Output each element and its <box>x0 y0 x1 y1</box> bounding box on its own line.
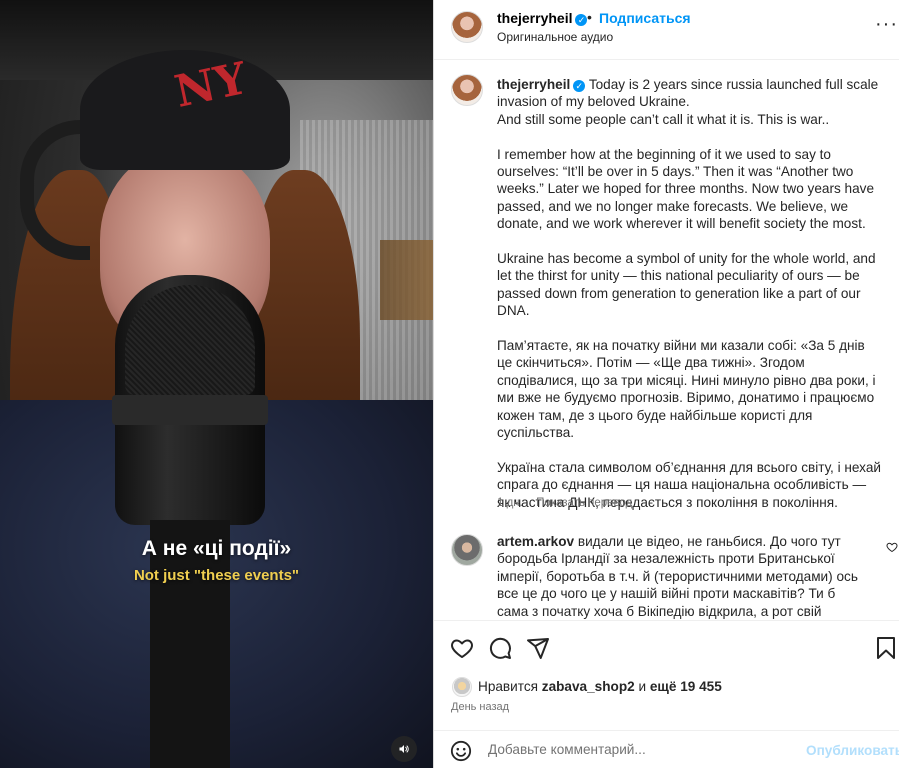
liker-avatar[interactable] <box>452 677 472 697</box>
caption-text: thejerryheil ✓ Today is 2 years since rus… <box>497 76 882 528</box>
comment-item: artem.arkov видали це відео, не ганьбися… <box>497 533 867 620</box>
caption-username[interactable]: thejerryheil <box>497 77 570 92</box>
likes-summary: Нравится zabava_shop2 и ещё 19 455 <box>478 679 722 694</box>
comment-icon[interactable] <box>488 636 512 660</box>
caption-and-comments[interactable]: thejerryheil ✓ Today is 2 years since rus… <box>434 60 899 620</box>
author-avatar[interactable] <box>451 11 483 43</box>
likes-middle: и <box>634 679 650 694</box>
mute-button[interactable] <box>391 736 417 762</box>
likes-row: Нравится zabava_shop2 и ещё 19 455 <box>452 677 892 697</box>
likes-prefix: Нравится <box>478 679 542 694</box>
caption-author-avatar[interactable] <box>451 74 483 106</box>
show-translation-button[interactable]: Показать перевод <box>536 497 632 509</box>
verified-badge-icon: ✓ <box>573 80 586 92</box>
microphone-band <box>112 395 268 425</box>
comment-username[interactable]: artem.arkov <box>497 534 574 549</box>
caption-paragraph-1: thejerryheil ✓ Today is 2 years since rus… <box>497 76 882 128</box>
heart-outline-icon[interactable] <box>886 541 898 553</box>
post-timestamp[interactable]: День назад <box>451 701 509 713</box>
commenter-avatar[interactable] <box>451 534 483 566</box>
video-subtitle: А не «ці події» <box>141 537 292 560</box>
speaker-icon <box>399 745 409 753</box>
more-horizontal-icon[interactable]: ··· <box>875 14 898 34</box>
emoji-icon[interactable] <box>450 740 472 762</box>
caption-paragraph-2: I remember how at the beginning of it we… <box>497 146 875 232</box>
caption-meta: 1 дн. Показать перевод <box>497 497 632 509</box>
comment-input[interactable] <box>488 742 788 757</box>
add-comment-bar: Опубликовать <box>434 730 899 768</box>
video-subtitle-translation: Not just "these events" <box>133 567 300 584</box>
wood-wall <box>380 240 433 320</box>
caption-paragraph-4: Пам’ятаєте, як на початку війни ми казал… <box>497 338 876 441</box>
reel-video[interactable]: NY А не «ці події» Not just "these event… <box>0 0 433 768</box>
follow-button[interactable]: Подписаться <box>599 10 691 26</box>
bookmark-icon[interactable] <box>876 636 896 660</box>
publish-button[interactable]: Опубликовать <box>806 743 899 758</box>
original-audio-link[interactable]: Оригинальное аудио <box>497 30 613 44</box>
heart-outline-icon[interactable] <box>450 636 474 660</box>
post-actions <box>434 620 899 670</box>
author-username[interactable]: thejerryheil <box>497 10 572 26</box>
post-header: thejerryheil ✓ • Подписаться Оригинальное… <box>434 0 899 60</box>
share-icon[interactable] <box>526 636 550 660</box>
likes-count-link[interactable]: ещё 19 455 <box>650 679 722 694</box>
caption-age: 1 дн. <box>497 497 523 509</box>
verified-badge-icon: ✓ <box>575 14 588 26</box>
post-side-panel: thejerryheil ✓ • Подписаться Оригинальное… <box>433 0 899 768</box>
liker-username[interactable]: zabava_shop2 <box>542 679 635 694</box>
caption-paragraph-3: Ukraine has become a symbol of unity for… <box>497 251 876 319</box>
separator-dot: • <box>587 9 592 25</box>
author-username-row[interactable]: thejerryheil ✓ <box>497 10 588 26</box>
